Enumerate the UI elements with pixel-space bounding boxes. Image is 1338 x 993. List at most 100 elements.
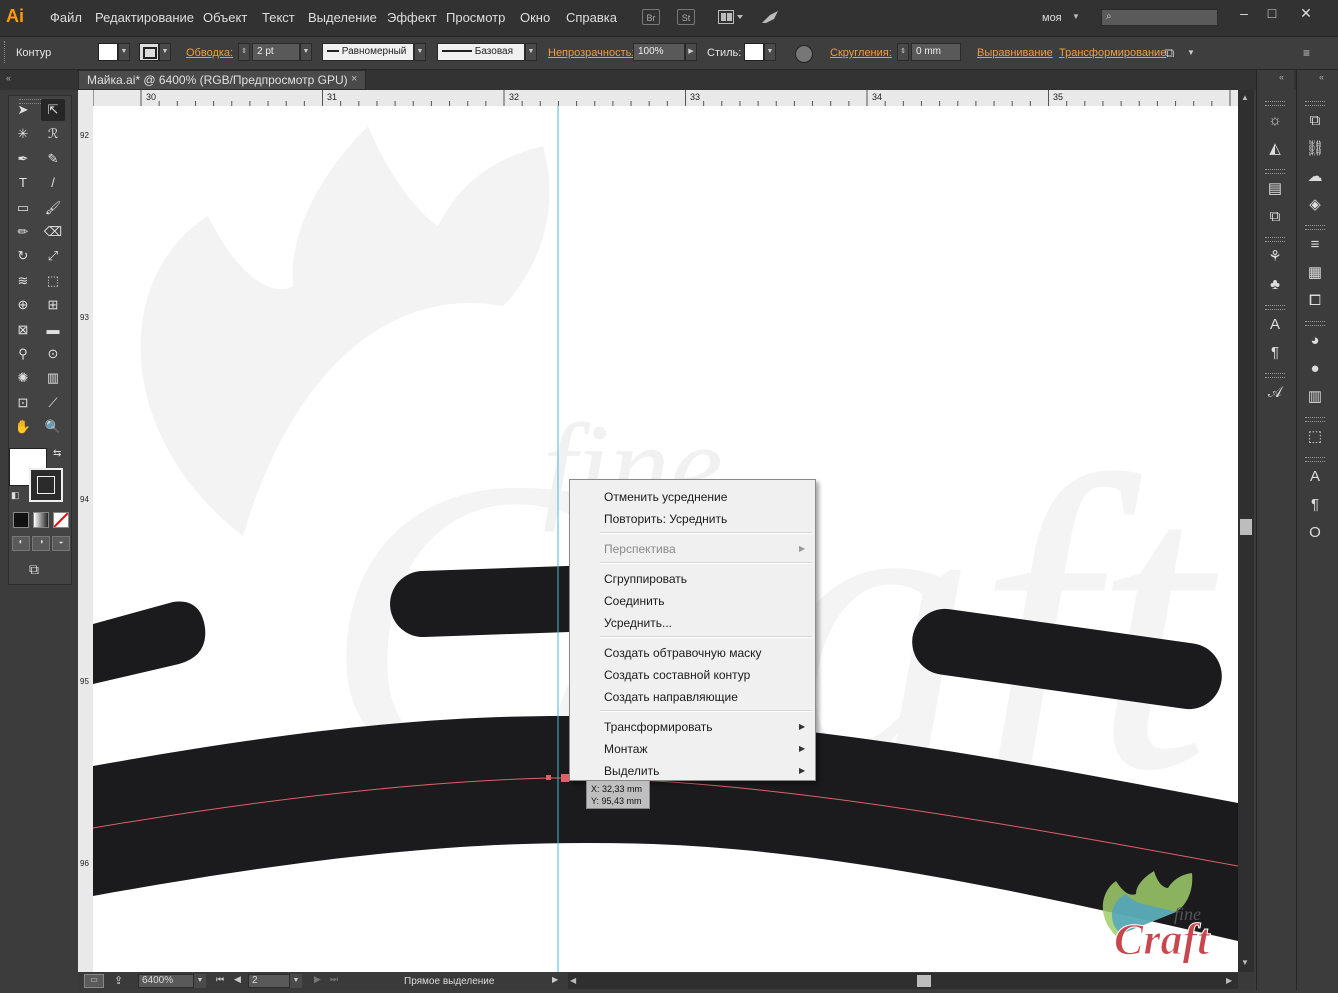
direct-selection-tool-icon[interactable]: ⇱ xyxy=(41,99,65,121)
menu-edit[interactable]: Редактирование xyxy=(95,10,194,25)
close-window-button[interactable]: ✕ xyxy=(1292,4,1320,22)
corners-link[interactable]: Скругления: xyxy=(830,47,892,59)
last-artboard-icon[interactable]: ⏭ xyxy=(330,974,338,985)
artboards-icon[interactable]: ⧉ xyxy=(1303,110,1327,132)
variable-width-profile[interactable]: Равномерный xyxy=(322,43,414,61)
document-tab[interactable]: Майка.ai* @ 6400% (RGB/Предпросмотр GPU)… xyxy=(78,70,366,90)
symbols-icon[interactable]: ♣ xyxy=(1263,274,1287,296)
status-menu-arrow[interactable]: ▶ xyxy=(552,975,558,984)
slice-tool-icon[interactable]: ⟋ xyxy=(41,392,65,414)
context-menu-item[interactable]: Создать обтравочную маску xyxy=(570,642,815,664)
panel-grip[interactable] xyxy=(1265,373,1285,378)
panel-menu-icon[interactable]: ≡ xyxy=(1303,46,1310,60)
blend-tool-icon[interactable]: ⊙ xyxy=(41,343,65,365)
magic-wand-icon[interactable]: ✳ xyxy=(11,123,35,145)
stroke-link[interactable]: Обводка: xyxy=(186,47,233,59)
character-icon[interactable]: A xyxy=(1303,466,1327,488)
opentype-icon[interactable]: O xyxy=(1303,522,1327,544)
links-icon[interactable]: ⛓ xyxy=(1303,138,1327,160)
perspective-grid-icon[interactable]: ⊞ xyxy=(41,294,65,316)
profile-dropdown[interactable]: ▼ xyxy=(414,43,426,61)
style-dropdown[interactable]: ▼ xyxy=(764,43,776,61)
context-menu-item[interactable]: Монтаж ▶ xyxy=(570,738,815,760)
width-tool-icon[interactable]: ≋ xyxy=(11,270,35,292)
context-menu-item[interactable]: Трансформировать ▶ xyxy=(570,716,815,738)
graphic-style-swatch[interactable] xyxy=(744,43,764,61)
panel-grip[interactable] xyxy=(1265,101,1285,106)
panel-grip[interactable] xyxy=(1305,321,1325,326)
gpu-icon[interactable]: ▭ xyxy=(84,974,104,988)
paragraph-icon[interactable]: ¶ xyxy=(1303,494,1327,516)
stroke-swatch[interactable] xyxy=(139,43,159,61)
character-styles-icon[interactable]: A xyxy=(1263,314,1287,336)
stroke-dropdown[interactable]: ▼ xyxy=(159,43,171,61)
align-panel-icon[interactable]: ▤ xyxy=(1263,178,1287,200)
line-tool-icon[interactable]: / xyxy=(41,172,65,194)
eyedropper-icon[interactable]: ⚲ xyxy=(11,343,35,365)
panel-grip[interactable] xyxy=(1265,169,1285,174)
context-menu-item[interactable]: Соединить xyxy=(570,590,815,612)
draw-normal-icon[interactable]: ◐ xyxy=(12,536,30,551)
panel-grip[interactable] xyxy=(1265,237,1285,242)
horizontal-scrollbar[interactable]: ◀ ▶ xyxy=(568,973,1238,989)
properties-icon[interactable]: ≡ xyxy=(1303,234,1327,256)
corners-field[interactable]: 0 mm xyxy=(911,43,961,61)
context-menu-item[interactable]: Создать составной контур xyxy=(570,664,815,686)
menu-file[interactable]: Файл xyxy=(50,10,82,25)
panel-grip[interactable] xyxy=(4,41,8,63)
scroll-down-icon[interactable]: ▼ xyxy=(1241,958,1249,967)
panel-grip[interactable] xyxy=(1305,417,1325,422)
maximize-button[interactable]: □ xyxy=(1258,4,1286,22)
context-menu-item[interactable]: Отменить усреднение xyxy=(570,486,815,508)
brightness-icon[interactable]: ☼ xyxy=(1263,110,1287,132)
appearance-icon[interactable]: ● xyxy=(1303,358,1327,380)
collapse-panel-icon[interactable]: « xyxy=(6,73,11,83)
gpu-performance-icon[interactable] xyxy=(760,9,780,25)
corners-stepper[interactable]: ⇕ xyxy=(897,43,909,61)
context-menu-item[interactable]: Выделить ▶ xyxy=(570,760,815,782)
rectangle-tool-icon[interactable]: ▭ xyxy=(11,197,35,219)
pencil-icon[interactable]: ✏ xyxy=(11,221,35,243)
scroll-up-icon[interactable]: ▲ xyxy=(1241,93,1249,102)
next-artboard-icon[interactable]: ▶ xyxy=(314,974,321,985)
chevron-down-icon[interactable]: ▼ xyxy=(1187,48,1195,57)
draw-inside-icon[interactable]: ◒ xyxy=(52,536,70,551)
hand-tool-icon[interactable]: ✋ xyxy=(11,416,35,438)
menu-help[interactable]: Справка xyxy=(566,10,617,25)
menu-object[interactable]: Объект xyxy=(203,10,247,25)
isolate-object-icon[interactable]: ⧉ xyxy=(1165,45,1174,61)
vertical-ruler[interactable]: 92 93 94 95 96 xyxy=(78,90,94,972)
workspace-switcher[interactable]: моя xyxy=(1042,12,1062,24)
artboard-field[interactable]: 2 xyxy=(248,974,290,988)
zoom-dropdown[interactable]: ▼ xyxy=(194,974,206,988)
artboard-tool-icon[interactable]: ⊡ xyxy=(11,392,35,414)
export-icon[interactable]: ⇪ xyxy=(114,974,123,987)
transform-link[interactable]: Трансформирование xyxy=(1059,47,1166,59)
gradient-mode-button[interactable] xyxy=(33,512,49,528)
gradient-panel-icon[interactable]: ◭ xyxy=(1263,138,1287,160)
prev-artboard-icon[interactable]: ◀ xyxy=(234,974,241,985)
scroll-left-icon[interactable]: ◀ xyxy=(570,976,576,985)
column-graph-icon[interactable]: ▥ xyxy=(41,367,65,389)
bridge-icon[interactable]: Br xyxy=(642,9,660,25)
eraser-icon[interactable]: ⌫ xyxy=(41,221,65,243)
opacity-arrow[interactable]: ▶ xyxy=(685,43,697,61)
gradient-tool-icon[interactable]: ▬ xyxy=(41,319,65,341)
context-menu-item[interactable]: Усреднить... xyxy=(570,612,815,634)
symbol-sprayer-icon[interactable]: ✺ xyxy=(11,367,35,389)
brush-dropdown[interactable]: ▼ xyxy=(525,43,537,61)
mesh-tool-icon[interactable]: ⊠ xyxy=(11,319,35,341)
minimize-button[interactable]: – xyxy=(1230,4,1258,22)
first-artboard-icon[interactable]: ⏮ xyxy=(216,974,224,985)
zoom-tool-icon[interactable]: 🔍 xyxy=(41,416,65,438)
context-menu-item[interactable]: Повторить: Усреднить xyxy=(570,508,815,530)
scroll-right-icon[interactable]: ▶ xyxy=(1226,976,1232,985)
stroke-weight-field[interactable]: 2 pt xyxy=(252,43,300,61)
stock-icon[interactable]: St xyxy=(677,9,695,25)
menu-type[interactable]: Текст xyxy=(262,10,295,25)
panel-grip[interactable] xyxy=(1265,305,1285,310)
stroke-weight-dropdown[interactable]: ▼ xyxy=(300,43,312,61)
recolor-artwork-icon[interactable] xyxy=(795,45,813,63)
selection-tool-icon[interactable]: ➤ xyxy=(11,99,35,121)
arrange-documents-icon[interactable] xyxy=(718,10,744,24)
